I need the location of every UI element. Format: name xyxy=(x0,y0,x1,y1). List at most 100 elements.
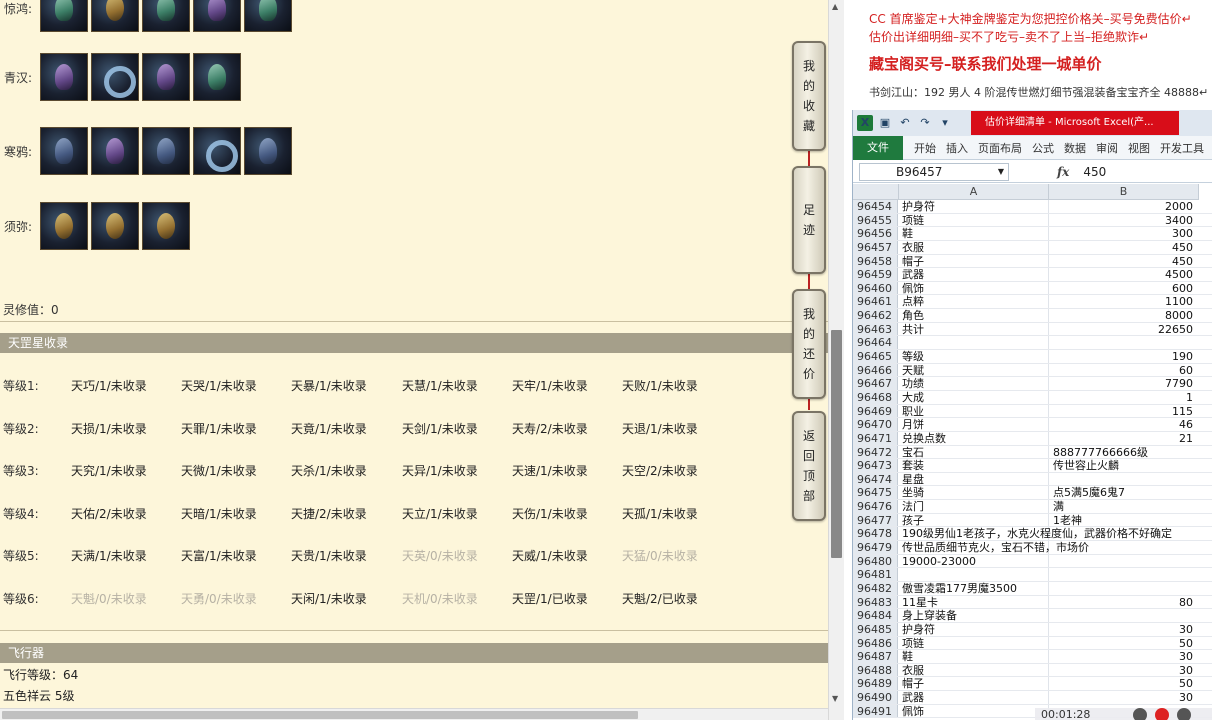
back-to-top-button[interactable]: 返回顶部 xyxy=(792,411,826,521)
cloak-icon[interactable] xyxy=(142,53,190,101)
helmet-icon[interactable] xyxy=(91,127,139,175)
cell-a[interactable]: 衣服 xyxy=(902,241,924,255)
customize-toolbar-icon[interactable]: ▾ xyxy=(937,115,953,131)
cell-a[interactable]: 项链 xyxy=(902,637,924,651)
column-header-a[interactable]: A xyxy=(899,184,1049,200)
table-row[interactable]: 96464 xyxy=(853,336,1212,351)
row-number[interactable]: 96491 xyxy=(853,704,898,718)
undo-icon[interactable]: ↶ xyxy=(897,115,913,131)
robe-icon[interactable] xyxy=(40,53,88,101)
table-row[interactable]: 96456 鞋 300 xyxy=(853,227,1212,241)
table-row[interactable]: 96470 月饼 46 xyxy=(853,418,1212,432)
cell-b[interactable]: 传世容止火麟 xyxy=(1053,459,1119,473)
row-number[interactable]: 96457 xyxy=(853,240,898,254)
chevron-down-icon[interactable]: ▼ xyxy=(998,164,1004,180)
boots-icon[interactable] xyxy=(40,0,88,32)
cell-a[interactable]: 帽子 xyxy=(902,677,924,691)
name-box[interactable]: B96457 ▼ xyxy=(859,162,1009,181)
cell-a[interactable]: 功绩 xyxy=(902,377,924,391)
table-row[interactable]: 96489 帽子 50 xyxy=(853,677,1212,692)
row-number[interactable]: 96484 xyxy=(853,609,898,622)
cell-a[interactable]: 大成 xyxy=(902,391,924,405)
cell-b[interactable]: 115 xyxy=(1043,405,1193,419)
table-row[interactable]: 96461 点粹 1100 xyxy=(853,295,1212,310)
cell-b[interactable]: 2000 xyxy=(1043,200,1193,214)
formula-input[interactable]: 450 xyxy=(1083,165,1106,179)
cell-a[interactable]: 共计 xyxy=(902,323,924,337)
stop-icon[interactable] xyxy=(1177,708,1191,720)
scrollbar-thumb[interactable] xyxy=(2,711,638,719)
table-row[interactable]: 96473 套装 传世容止火麟 xyxy=(853,459,1212,473)
cell-a[interactable]: 天赋 xyxy=(902,364,924,378)
row-number[interactable]: 96468 xyxy=(853,390,898,404)
tab-developer[interactable]: 开发工具 xyxy=(1160,140,1204,156)
tab-formulas[interactable]: 公式 xyxy=(1032,140,1054,156)
cell-a[interactable]: 护身符 xyxy=(902,623,935,637)
my-offers-button[interactable]: 我的还价 xyxy=(792,289,826,399)
table-row[interactable]: 96477 孩子 1老神 xyxy=(853,513,1212,528)
cell-a[interactable]: 身上穿装备 xyxy=(902,609,957,623)
cell-a[interactable]: 等级 xyxy=(902,350,924,364)
row-number[interactable]: 96476 xyxy=(853,500,898,513)
table-row[interactable]: 96478 190级男仙1老孩子，水克火程度仙，武器价格不好确定 xyxy=(853,527,1212,542)
cell-b[interactable]: 30 xyxy=(1043,664,1193,678)
row-number[interactable]: 96464 xyxy=(853,336,898,349)
row-number[interactable]: 96458 xyxy=(853,254,898,268)
table-row[interactable]: 96467 功绩 7790 xyxy=(853,377,1212,391)
table-row[interactable]: 96488 衣服 30 xyxy=(853,663,1212,678)
cell-a[interactable]: 坐骑 xyxy=(902,486,924,500)
table-row[interactable]: 96460 佩饰 600 xyxy=(853,281,1212,296)
tab-page-layout[interactable]: 页面布局 xyxy=(978,140,1022,156)
row-number[interactable]: 96473 xyxy=(853,459,898,472)
cell-a[interactable]: 帽子 xyxy=(902,255,924,269)
table-row[interactable]: 96457 衣服 450 xyxy=(853,240,1212,255)
row-number[interactable]: 96478 xyxy=(853,527,898,540)
armor-icon[interactable] xyxy=(40,127,88,175)
cell-a[interactable]: 傲雪凌霜177男魔3500 xyxy=(902,582,1017,596)
cell-b[interactable]: 21 xyxy=(1043,432,1193,446)
cell-b[interactable]: 7790 xyxy=(1043,377,1193,391)
cell-a[interactable]: 武器 xyxy=(902,691,924,705)
row-number[interactable]: 96479 xyxy=(853,541,898,554)
cell-a[interactable]: 鞋 xyxy=(902,227,913,241)
cell-b[interactable]: 30 xyxy=(1043,623,1193,637)
table-row[interactable]: 96483 11星卡 80 xyxy=(853,595,1212,610)
row-number[interactable]: 96462 xyxy=(853,309,898,322)
row-number[interactable]: 96466 xyxy=(853,363,898,377)
staff-icon[interactable] xyxy=(193,53,241,101)
scrollbar-thumb[interactable] xyxy=(831,330,842,558)
cell-a[interactable]: 佩饰 xyxy=(902,282,924,296)
row-number[interactable]: 96456 xyxy=(853,227,898,240)
table-row[interactable]: 96471 兑换点数 21 xyxy=(853,431,1212,446)
cell-a[interactable]: 项链 xyxy=(902,214,924,228)
table-row[interactable]: 96472 宝石 888777766666级 xyxy=(853,445,1212,460)
table-row[interactable]: 96462 角色 8000 xyxy=(853,309,1212,323)
table-row[interactable]: 96468 大成 1 xyxy=(853,390,1212,405)
cell-b[interactable]: 50 xyxy=(1043,637,1193,651)
cell-a[interactable]: 武器 xyxy=(902,268,924,282)
tab-review[interactable]: 审阅 xyxy=(1096,140,1118,156)
cell-a[interactable]: 角色 xyxy=(902,309,924,323)
cell-a[interactable]: 佩饰 xyxy=(902,705,924,719)
necklace-icon[interactable] xyxy=(91,0,139,32)
gold-ring-icon[interactable] xyxy=(91,202,139,250)
tab-home[interactable]: 开始 xyxy=(914,140,936,156)
cell-b[interactable]: 8000 xyxy=(1043,309,1193,323)
cell-b[interactable]: 1100 xyxy=(1043,295,1193,309)
row-number[interactable]: 96488 xyxy=(853,663,898,677)
pause-icon[interactable] xyxy=(1133,708,1147,720)
spreadsheet-grid[interactable]: 96454 护身符 2000 96455 项链 3400 96456 鞋 300 96457 衣服 4… xyxy=(853,200,1212,719)
cell-b[interactable]: 点5满5魔6鬼7 xyxy=(1053,486,1125,500)
row-number[interactable]: 96482 xyxy=(853,581,898,595)
function-icon[interactable]: fx xyxy=(1057,165,1069,179)
cell-a[interactable]: 19000-23000 xyxy=(902,555,976,569)
row-number[interactable]: 96490 xyxy=(853,691,898,704)
select-all-corner[interactable] xyxy=(853,184,899,200)
cell-b[interactable]: 30 xyxy=(1043,650,1193,664)
tab-view[interactable]: 视图 xyxy=(1128,140,1150,156)
cell-a[interactable]: 星盘 xyxy=(902,473,924,487)
cell-a[interactable]: 190级男仙1老孩子，水克火程度仙，武器价格不好确定 xyxy=(902,527,1172,541)
table-row[interactable]: 96480 19000-23000 xyxy=(853,554,1212,569)
table-row[interactable]: 96466 天赋 60 xyxy=(853,363,1212,378)
amulet-icon[interactable] xyxy=(40,202,88,250)
